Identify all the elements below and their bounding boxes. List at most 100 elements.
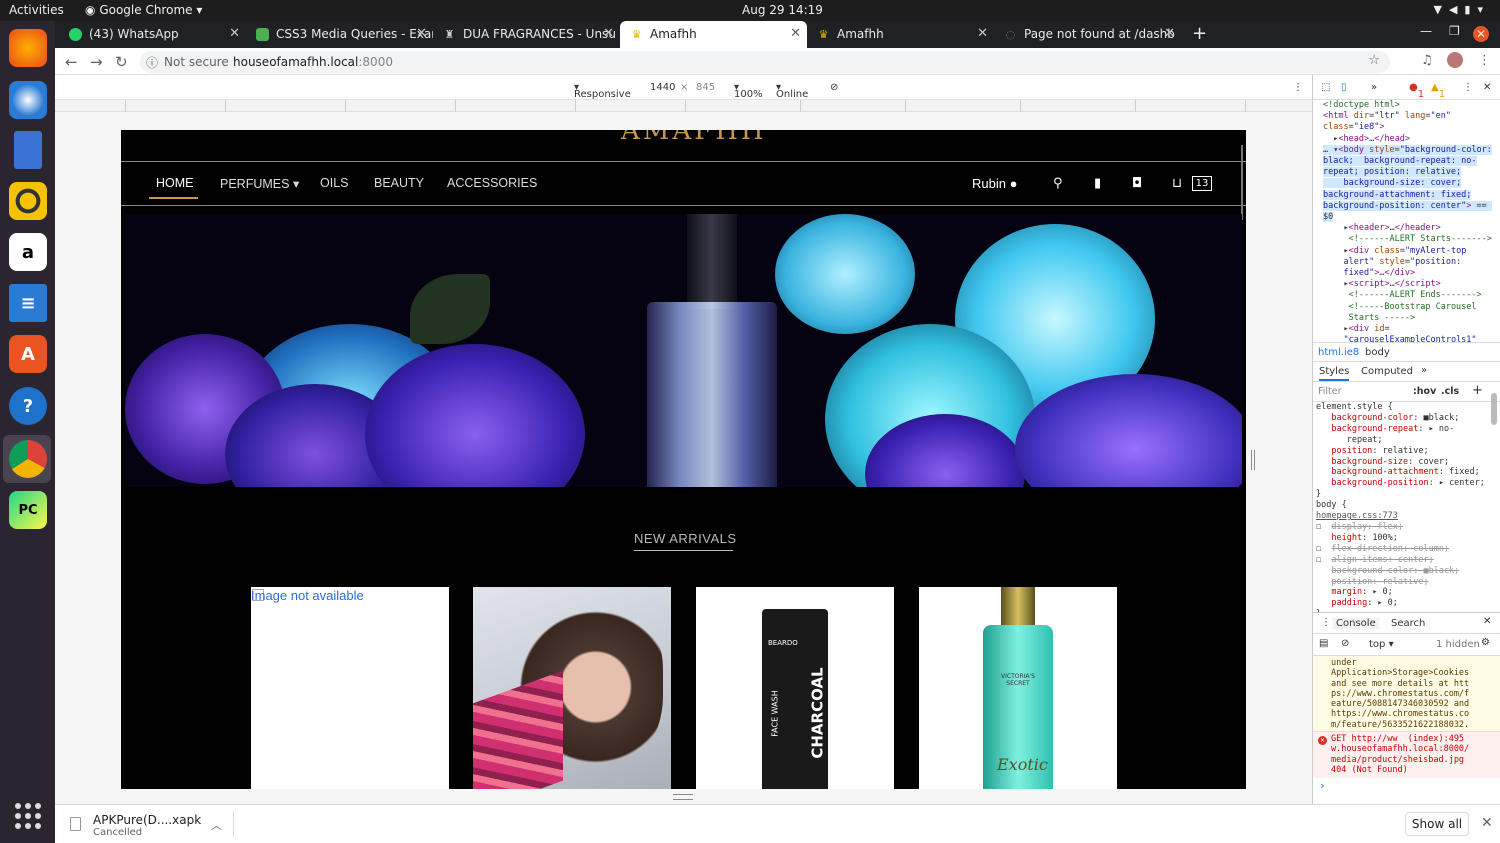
product-card[interactable]: Image not available <box>251 587 449 789</box>
minimize-button[interactable]: — <box>1420 24 1432 38</box>
more-tabs-icon[interactable]: » <box>1421 365 1427 376</box>
close-icon[interactable]: ✕ <box>603 26 614 41</box>
tab-search[interactable]: Search <box>1391 618 1425 629</box>
breadcrumb-body[interactable]: body <box>1365 347 1390 358</box>
rotate-icon[interactable]: ⊘ <box>830 82 838 93</box>
zoom-select[interactable]: 100% ▾ <box>734 82 763 100</box>
tab-computed[interactable]: Computed <box>1361 366 1413 377</box>
device-mode-select[interactable]: Responsive ▾ <box>574 82 631 100</box>
bookmark-star-icon[interactable]: ☆ <box>1368 53 1380 68</box>
tab-page-not-found[interactable]: ◌ Page not found at /dashb ✕ <box>994 21 1181 48</box>
product-card[interactable]: BEARDO FACE WASH CHARCOAL <box>696 587 894 789</box>
close-window-button[interactable]: ✕ <box>1473 26 1489 42</box>
close-drawer-icon[interactable]: ✕ <box>1483 616 1491 627</box>
nav-beauty[interactable]: BEAUTY <box>374 176 424 190</box>
search-icon[interactable]: ⚲ <box>1053 176 1063 191</box>
user-menu[interactable]: Rubin ● <box>972 176 1017 191</box>
site-logo[interactable]: AMAFHH <box>621 130 767 146</box>
warning-count[interactable]: ▲ 1 <box>1431 82 1445 100</box>
settings-gear-icon[interactable]: ⚙ <box>1481 637 1490 648</box>
network-select[interactable]: Online ▾ <box>776 82 808 100</box>
clear-console-icon[interactable]: ⊘ <box>1341 638 1349 649</box>
thunderbird-icon[interactable] <box>9 81 47 119</box>
back-button[interactable]: ← <box>65 53 78 71</box>
media-icon[interactable]: ♫ <box>1421 53 1433 68</box>
software-center-icon[interactable]: A <box>9 335 47 373</box>
breadcrumb-html[interactable]: html.ie8 <box>1318 347 1359 358</box>
styles-scrollbar[interactable] <box>1491 393 1497 425</box>
activities-button[interactable]: Activities <box>9 3 64 17</box>
pycharm-icon[interactable]: PC <box>9 491 47 529</box>
viewport-width-input[interactable]: 1440 <box>650 82 675 93</box>
close-icon[interactable]: ✕ <box>229 26 240 41</box>
tab-amafhh[interactable]: ♛ Amafhh ✕ <box>807 21 994 48</box>
devtools-menu-icon[interactable]: ⋮ <box>1463 82 1473 93</box>
hidden-count[interactable]: 1 hidden <box>1436 639 1480 650</box>
reload-button[interactable]: ↻ <box>115 53 128 71</box>
gift-icon[interactable]: ◘ <box>1132 176 1142 191</box>
system-tray[interactable]: ▼◀▮▾ <box>1433 3 1490 16</box>
files-icon[interactable] <box>14 131 42 169</box>
app-menu[interactable]: ◉ Google Chrome ▾ <box>85 3 202 17</box>
download-filename[interactable]: APKPure(D....xapk <box>93 813 201 827</box>
context-select[interactable]: top ▾ <box>1369 639 1394 650</box>
bookmark-icon[interactable]: ▮ <box>1094 176 1101 191</box>
tab-whatsapp[interactable]: (43) WhatsApp ✕ <box>59 21 246 48</box>
more-tabs-icon[interactable]: » <box>1371 82 1377 93</box>
new-rule-button[interactable]: + <box>1472 383 1483 398</box>
new-tab-button[interactable]: + <box>1192 23 1207 44</box>
clock[interactable]: Aug 29 14:19 <box>742 3 823 17</box>
chrome-dock-icon[interactable] <box>9 440 47 478</box>
drawer-menu-icon[interactable]: ⋮ <box>1321 617 1331 628</box>
styles-filter-input[interactable]: Filter <box>1318 386 1342 397</box>
tab-dua[interactable]: ♜ DUA FRAGRANCES - Unsu ✕ <box>433 21 620 48</box>
nav-perfumes[interactable]: PERFUMES ▾ <box>220 176 299 191</box>
resize-handle-bottom[interactable] <box>673 794 693 800</box>
chevron-up-icon[interactable]: ︿ <box>211 817 222 833</box>
maximize-button[interactable]: ❐ <box>1449 24 1460 38</box>
viewport-height-input[interactable]: 845 <box>696 82 715 93</box>
show-all-button[interactable]: Show all <box>1405 812 1469 836</box>
tab-css3[interactable]: CSS3 Media Queries - Exar ✕ <box>246 21 433 48</box>
rhythmbox-icon[interactable] <box>9 182 47 220</box>
close-icon[interactable]: ✕ <box>416 26 427 41</box>
nav-accessories[interactable]: ACCESSORIES <box>447 176 537 190</box>
product-card[interactable] <box>473 587 671 789</box>
address-bar[interactable]: ⓘ Not secure houseofamafhh.local:8000 ☆ <box>140 51 1390 73</box>
forward-button[interactable]: → <box>90 53 103 71</box>
hov-toggle[interactable]: :hov <box>1413 386 1436 397</box>
menu-icon[interactable]: ⋮ <box>1478 53 1491 68</box>
elements-tree[interactable]: <!doctype html> <html dir="ltr" lang="en… <box>1313 100 1500 342</box>
page-scrollbar[interactable] <box>1241 145 1243 220</box>
tab-amafhh-active[interactable]: ♛ Amafhh ✕ <box>620 21 807 48</box>
console-error-text[interactable]: GET http://ww (index):495 w.houseofamafh… <box>1331 734 1469 775</box>
css-source-link[interactable]: homepage.css:773 <box>1316 511 1398 521</box>
amazon-icon[interactable]: a <box>9 233 47 271</box>
help-icon[interactable]: ? <box>9 387 47 425</box>
cart-icon[interactable]: ⊔ <box>1172 176 1182 191</box>
close-icon[interactable]: ✕ <box>977 26 988 41</box>
media-query-ruler[interactable] <box>55 100 1312 112</box>
close-icon[interactable]: ✕ <box>1164 26 1175 41</box>
firefox-icon[interactable] <box>9 29 47 67</box>
styles-pane[interactable]: element.style { background-color: ■black… <box>1313 402 1489 612</box>
console-prompt[interactable]: › <box>1319 779 1326 792</box>
avatar[interactable] <box>1447 52 1463 68</box>
error-count[interactable]: ● 1 <box>1409 82 1424 100</box>
close-devtools-icon[interactable]: ✕ <box>1483 82 1491 93</box>
nav-oils[interactable]: OILS <box>320 176 349 190</box>
close-icon[interactable]: ✕ <box>790 26 801 41</box>
sidebar-toggle-icon[interactable]: ▤ <box>1319 638 1328 649</box>
device-toggle-icon[interactable]: ▯ <box>1341 82 1347 93</box>
inspect-icon[interactable]: ⬚ <box>1321 82 1330 93</box>
nav-home[interactable]: HOME <box>156 176 194 190</box>
writer-icon[interactable]: ≡ <box>9 284 47 322</box>
cls-toggle[interactable]: .cls <box>1441 386 1459 397</box>
tab-styles[interactable]: Styles <box>1319 366 1350 381</box>
info-icon[interactable]: ⓘ <box>146 54 158 71</box>
product-card[interactable]: VICTORIA'S SECRET Exotic <box>919 587 1117 789</box>
close-icon[interactable]: ✕ <box>1481 815 1493 831</box>
show-apps-icon[interactable] <box>15 803 41 829</box>
tab-console[interactable]: Console <box>1333 618 1379 629</box>
resize-handle-right[interactable] <box>1251 450 1255 470</box>
